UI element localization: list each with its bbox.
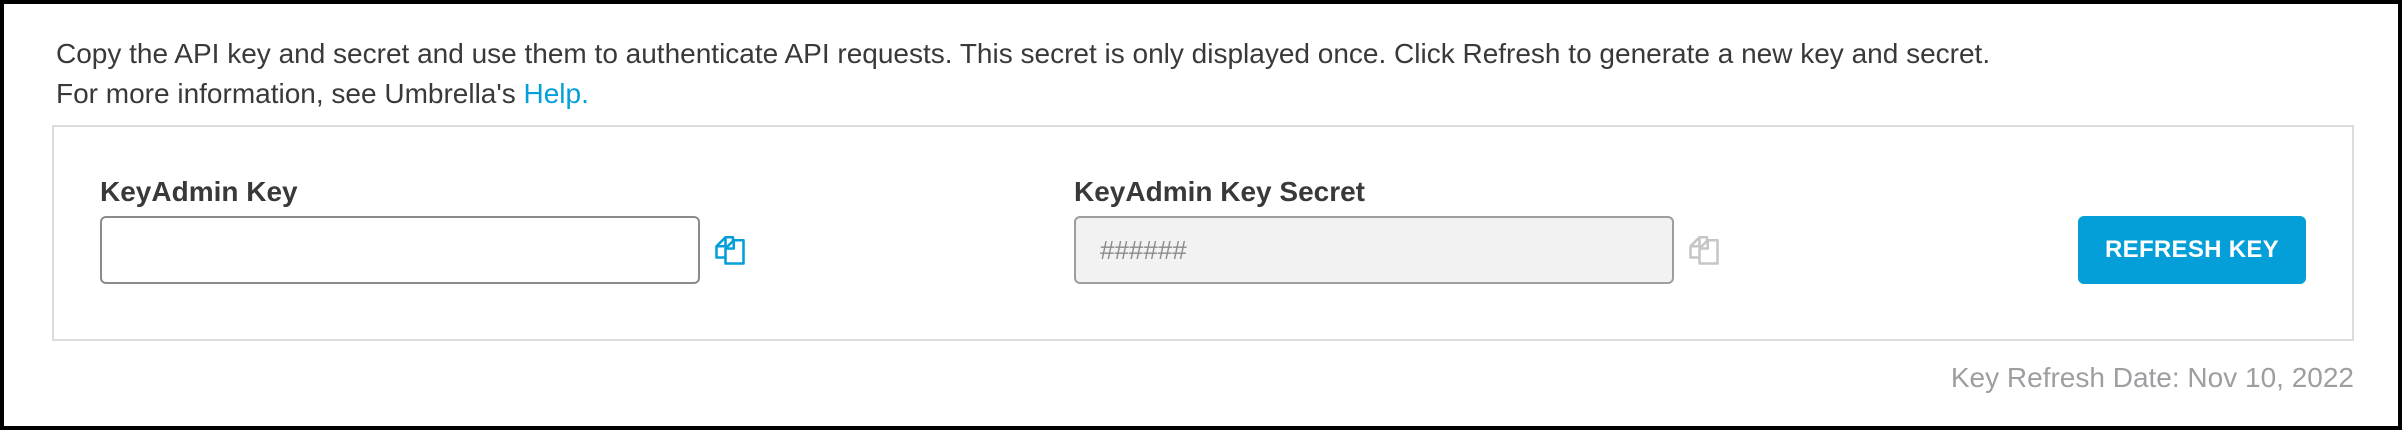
key-field-label: KeyAdmin Key bbox=[100, 176, 298, 207]
key-refresh-date: Key Refresh Date: Nov 10, 2022 bbox=[1950, 362, 2354, 393]
help-link[interactable]: Help. bbox=[524, 78, 589, 109]
intro-line-2: For more information, see Umbrella's Hel… bbox=[56, 74, 1990, 114]
key-input[interactable] bbox=[100, 216, 700, 284]
secret-input[interactable] bbox=[1074, 216, 1674, 284]
copy-secret-icon[interactable] bbox=[1686, 232, 1722, 268]
intro-line-2-prefix: For more information, see Umbrella's bbox=[56, 78, 524, 109]
secret-field-label: KeyAdmin Key Secret bbox=[1074, 176, 1366, 207]
intro-line-1: Copy the API key and secret and use them… bbox=[56, 38, 1991, 69]
copy-key-icon[interactable] bbox=[712, 232, 748, 268]
intro-text: Copy the API key and secret and use them… bbox=[56, 34, 1990, 114]
refresh-key-button[interactable]: REFRESH KEY bbox=[2078, 216, 2306, 284]
